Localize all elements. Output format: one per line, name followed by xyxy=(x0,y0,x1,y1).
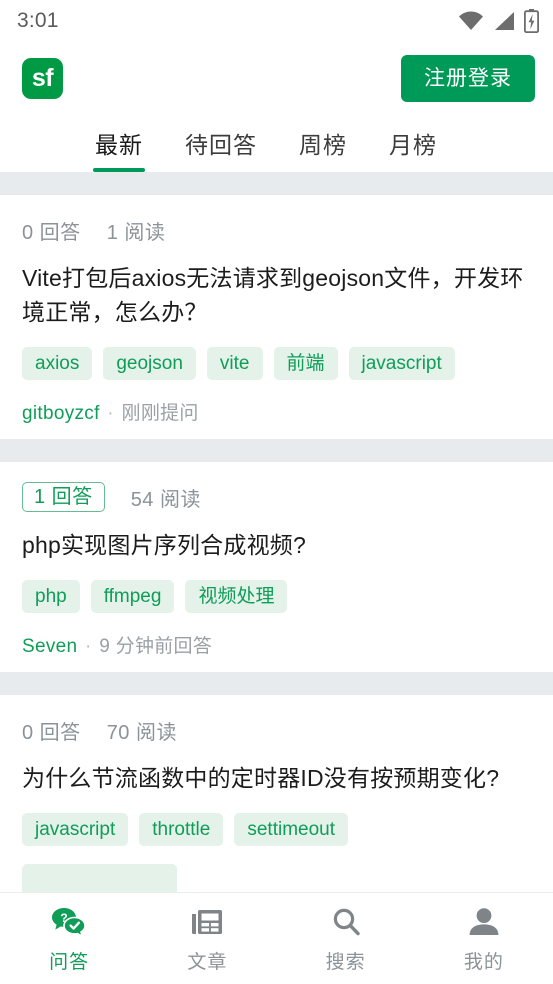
tag-item[interactable]: geojson xyxy=(103,347,196,380)
tag-item[interactable]: ffmpeg xyxy=(90,580,175,613)
cell-signal-icon xyxy=(495,12,514,30)
tab-weekly-rank[interactable]: 周榜 xyxy=(299,126,347,172)
bottom-navigation: ? 问答 文章 搜索 我的 xyxy=(0,892,553,984)
status-bar-clock: 3:01 xyxy=(17,9,59,32)
question-title[interactable]: Vite打包后axios无法请求到geojson文件，开发环境正常，怎么办？ xyxy=(22,261,531,329)
tag-item[interactable]: javascript xyxy=(348,347,455,380)
tag-item[interactable]: php xyxy=(22,580,80,613)
author-link[interactable]: gitboyzcf xyxy=(22,403,100,424)
nav-label-qa: 问答 xyxy=(49,951,90,973)
tag-list: axios geojson vite 前端 javascript xyxy=(22,347,531,380)
search-icon xyxy=(330,904,362,940)
tag-item[interactable]: axios xyxy=(22,347,93,380)
question-card[interactable]: 1 回答 54 阅读 php实现图片序列合成视频? php ffmpeg 视频处… xyxy=(0,462,553,672)
tab-latest[interactable]: 最新 xyxy=(93,126,145,172)
app-root: 3:01 sf 注册登录 最新 待回答 周榜 月榜 0 回答 1 阅读 Vite… xyxy=(0,0,553,984)
nav-label-profile: 我的 xyxy=(463,951,504,973)
feed-divider xyxy=(0,172,553,195)
segmentfault-logo[interactable]: sf xyxy=(22,57,63,99)
register-login-button[interactable]: 注册登录 xyxy=(401,54,535,102)
nav-item-profile[interactable]: 我的 xyxy=(415,893,553,984)
question-feed: 0 回答 1 阅读 Vite打包后axios无法请求到geojson文件，开发环… xyxy=(0,172,553,910)
timestamp: 9 分钟前回答 xyxy=(99,636,213,657)
feed-divider xyxy=(0,672,553,695)
question-meta: 0 回答 1 阅读 xyxy=(22,213,531,247)
nav-item-qa[interactable]: ? 问答 xyxy=(0,893,138,984)
question-meta: 1 回答 54 阅读 xyxy=(22,480,531,514)
question-byline: gitboyzcf · 刚刚提问 xyxy=(22,398,531,425)
tag-list: php ffmpeg 视频处理 xyxy=(22,580,531,613)
status-bar-icons xyxy=(458,9,539,33)
question-card[interactable]: 0 回答 1 阅读 Vite打包后axios无法请求到geojson文件，开发环… xyxy=(0,195,553,439)
question-title[interactable]: php实现图片序列合成视频? xyxy=(22,528,531,562)
tag-item[interactable]: settimeout xyxy=(234,813,348,846)
tag-item[interactable]: javascript xyxy=(22,813,129,846)
tag-item[interactable]: vite xyxy=(206,347,263,380)
answer-count-badge: 1 回答 xyxy=(22,482,105,512)
byline-separator: · xyxy=(107,403,114,424)
question-meta: 0 回答 70 阅读 xyxy=(22,713,531,747)
nav-item-articles[interactable]: 文章 xyxy=(138,893,276,984)
view-count: 70 阅读 xyxy=(106,721,177,744)
nav-item-search[interactable]: 搜索 xyxy=(277,893,415,984)
tag-item[interactable]: throttle xyxy=(139,813,224,846)
battery-charging-icon xyxy=(524,9,539,33)
status-bar: 3:01 xyxy=(0,0,553,42)
author-link[interactable]: Seven xyxy=(22,636,77,657)
nav-label-search: 搜索 xyxy=(325,951,366,973)
question-title[interactable]: 为什么节流函数中的定时器ID没有按预期变化? xyxy=(22,761,531,795)
answer-count: 0 回答 xyxy=(22,721,81,744)
wifi-icon xyxy=(459,11,483,30)
timestamp: 刚刚提问 xyxy=(121,403,199,424)
view-count: 54 阅读 xyxy=(130,488,201,511)
person-icon xyxy=(468,904,500,940)
tag-item[interactable]: 视频处理 xyxy=(185,580,288,613)
feed-tabs: 最新 待回答 周榜 月榜 xyxy=(0,114,553,172)
tab-monthly-rank[interactable]: 月榜 xyxy=(389,126,437,172)
question-card[interactable]: 0 回答 70 阅读 为什么节流函数中的定时器ID没有按预期变化? javasc… xyxy=(0,695,553,910)
tag-list: javascript throttle settimeout xyxy=(22,813,531,846)
answer-count: 0 回答 xyxy=(22,221,81,244)
qa-bubbles-icon: ? xyxy=(51,904,87,940)
tag-item[interactable]: 前端 xyxy=(273,347,338,380)
nav-label-articles: 文章 xyxy=(187,951,228,973)
feed-divider xyxy=(0,439,553,462)
byline-separator: · xyxy=(84,636,92,657)
question-byline: Seven · 9 分钟前回答 xyxy=(22,631,531,658)
view-count: 1 阅读 xyxy=(106,221,166,244)
tab-awaiting-answer[interactable]: 待回答 xyxy=(185,126,257,172)
newspaper-icon xyxy=(190,904,224,940)
app-header: sf 注册登录 xyxy=(0,42,553,114)
